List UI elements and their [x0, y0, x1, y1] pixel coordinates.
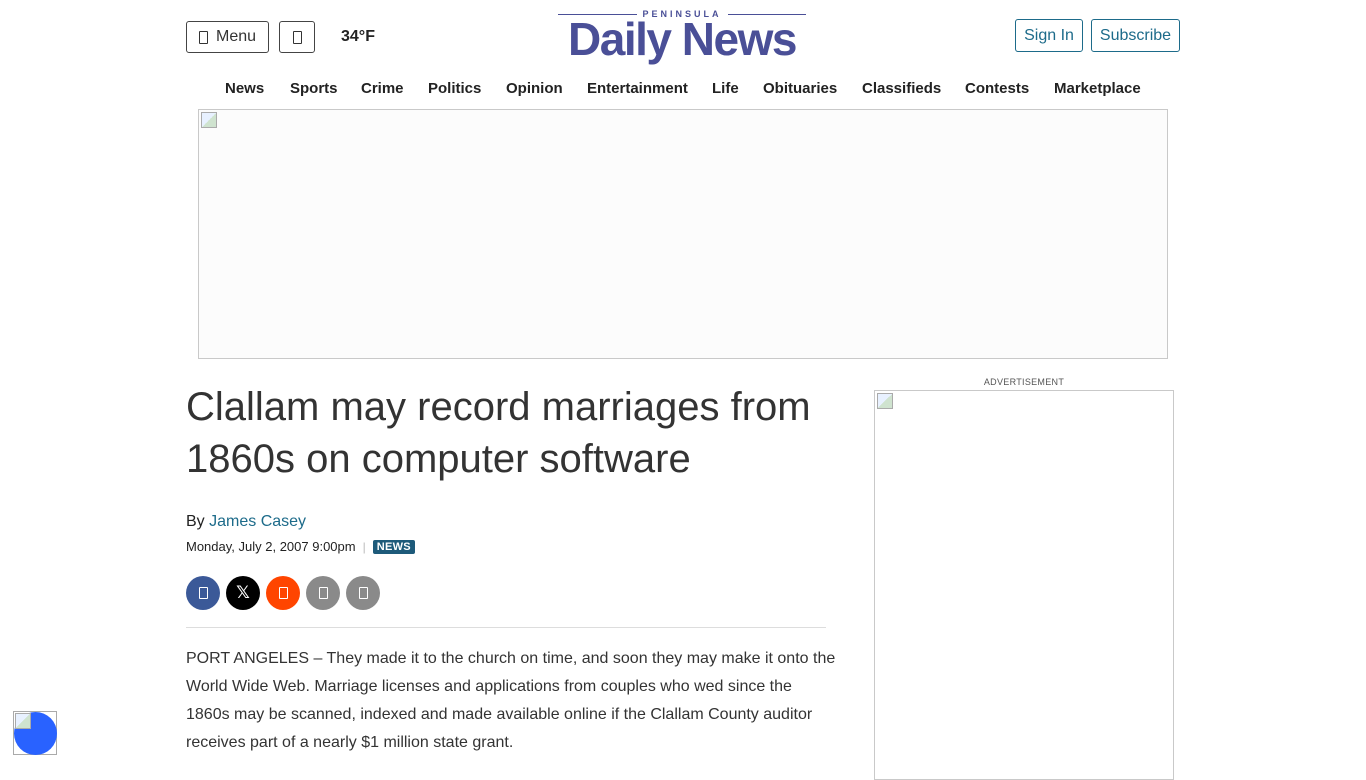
advertisement-label: ADVERTISEMENT — [983, 377, 1065, 387]
nav-item-politics[interactable]: Politics — [428, 80, 481, 97]
subscribe-button[interactable]: Subscribe — [1091, 19, 1180, 52]
menu-icon — [198, 30, 208, 44]
nav-item-crime[interactable]: Crime — [361, 80, 404, 97]
article-meta: Monday, July 2, 2007 9:00pm | NEWS — [186, 539, 415, 554]
share-email-button[interactable] — [306, 576, 340, 610]
nav-item-entertainment[interactable]: Entertainment — [587, 80, 688, 97]
main-nav: News Sports Crime Politics Opinion Enter… — [186, 80, 1180, 98]
sign-in-button[interactable]: Sign In — [1015, 19, 1083, 52]
print-icon — [358, 587, 368, 599]
author-link[interactable]: James Casey — [209, 513, 306, 530]
nav-item-sports[interactable]: Sports — [290, 80, 338, 97]
sidebar-ad[interactable] — [874, 390, 1174, 780]
weather-temperature: 34°F — [341, 28, 375, 45]
nav-item-obituaries[interactable]: Obituaries — [763, 80, 837, 97]
site-logo[interactable]: PENINSULA Daily News — [558, 8, 807, 68]
facebook-icon — [198, 587, 208, 599]
divider — [186, 627, 826, 628]
share-facebook-button[interactable] — [186, 576, 220, 610]
meta-separator: | — [362, 539, 366, 554]
category-badge[interactable]: NEWS — [372, 539, 415, 554]
share-x-button[interactable]: 𝕏 — [226, 576, 260, 610]
email-icon — [318, 587, 328, 599]
nav-item-classifieds[interactable]: Classifieds — [862, 80, 941, 97]
article-body-paragraph: PORT ANGELES – They made it to the churc… — [186, 650, 836, 751]
nav-item-opinion[interactable]: Opinion — [506, 80, 563, 97]
x-icon: 𝕏 — [236, 583, 250, 602]
reddit-icon — [278, 587, 288, 599]
broken-image-icon — [877, 393, 893, 409]
share-reddit-button[interactable] — [266, 576, 300, 610]
menu-button[interactable]: Menu — [186, 21, 269, 53]
search-icon — [292, 30, 302, 44]
byline: By James Casey — [186, 513, 306, 531]
publish-date: Monday, July 2, 2007 9:00pm — [186, 539, 356, 554]
nav-item-life[interactable]: Life — [712, 80, 739, 97]
byline-prefix: By — [186, 513, 205, 530]
nav-item-contests[interactable]: Contests — [965, 80, 1029, 97]
leaderboard-ad[interactable] — [198, 109, 1168, 359]
nav-item-marketplace[interactable]: Marketplace — [1054, 80, 1141, 97]
broken-image-icon — [201, 112, 217, 128]
logo-daily-news: Daily News — [568, 13, 797, 65]
accessibility-widget-button[interactable] — [13, 711, 57, 755]
broken-image-icon — [15, 713, 31, 729]
print-button[interactable] — [346, 576, 380, 610]
nav-item-news[interactable]: News — [225, 80, 264, 97]
menu-label: Menu — [215, 28, 257, 45]
search-button[interactable] — [279, 21, 315, 53]
article-headline: Clallam may record marriages from 1860s … — [186, 385, 811, 481]
